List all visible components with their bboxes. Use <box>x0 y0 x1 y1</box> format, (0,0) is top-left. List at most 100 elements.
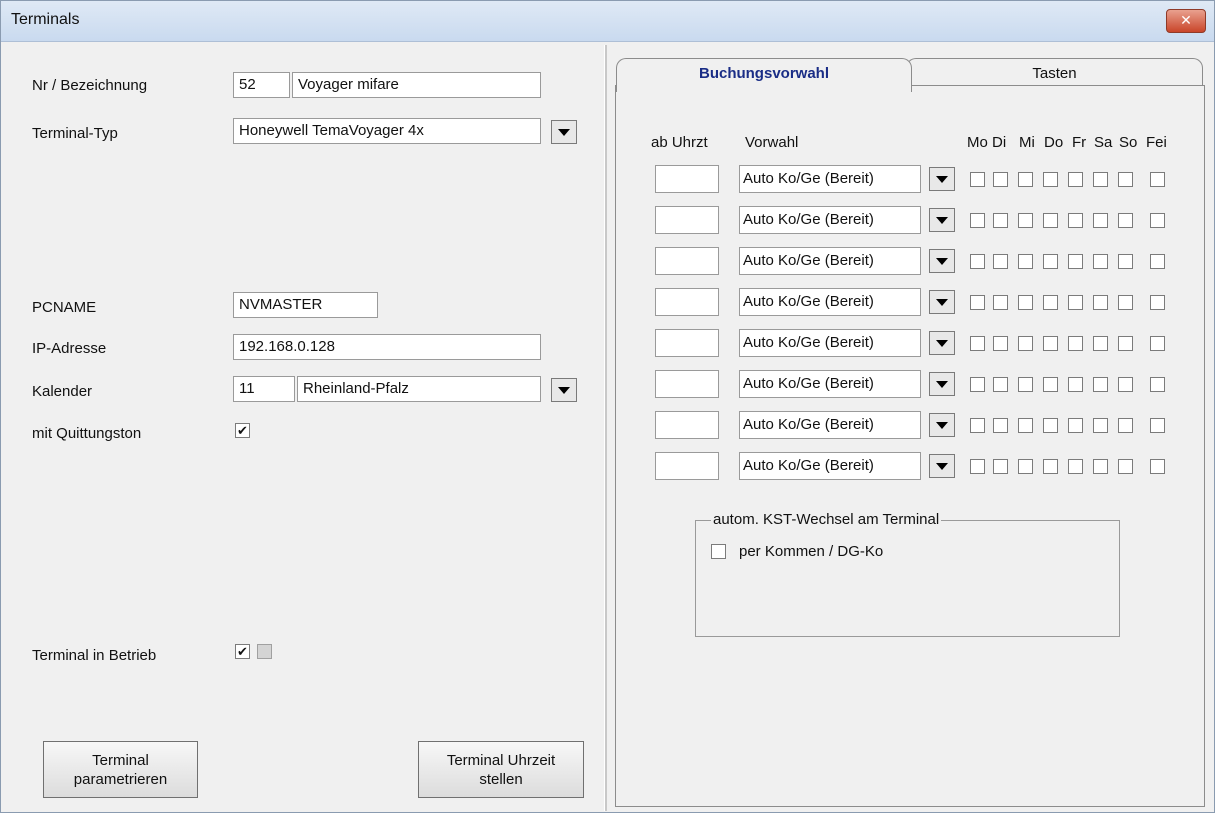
vorwahl-dropdown-icon[interactable] <box>929 413 955 437</box>
terminal-parametrieren-button[interactable]: Terminal parametrieren <box>43 741 198 798</box>
weekday-checkbox[interactable] <box>1018 172 1033 187</box>
quittungston-checkbox[interactable]: ✔ <box>235 423 250 438</box>
weekday-checkbox[interactable] <box>1018 295 1033 310</box>
vorwahl-select[interactable]: Auto Ko/Ge (Bereit) <box>739 411 921 439</box>
weekday-checkbox[interactable] <box>1018 336 1033 351</box>
weekday-checkbox[interactable] <box>1093 172 1108 187</box>
weekday-checkbox[interactable] <box>1118 377 1133 392</box>
ab-uhrzeit-input[interactable] <box>655 329 719 357</box>
weekday-checkbox[interactable] <box>1150 459 1165 474</box>
vorwahl-dropdown-icon[interactable] <box>929 454 955 478</box>
weekday-checkbox[interactable] <box>1118 213 1133 228</box>
weekday-checkbox[interactable] <box>1118 172 1133 187</box>
vorwahl-dropdown-icon[interactable] <box>929 290 955 314</box>
terminal-uhrzeit-stellen-button[interactable]: Terminal Uhrzeit stellen <box>418 741 584 798</box>
vorwahl-dropdown-icon[interactable] <box>929 208 955 232</box>
terminal-typ-select[interactable]: Honeywell TemaVoyager 4x <box>233 118 541 144</box>
weekday-checkbox[interactable] <box>1068 254 1083 269</box>
kst-per-kommen-checkbox[interactable] <box>711 544 726 559</box>
vorwahl-select[interactable]: Auto Ko/Ge (Bereit) <box>739 329 921 357</box>
vorwahl-dropdown-icon[interactable] <box>929 372 955 396</box>
weekday-checkbox[interactable] <box>993 172 1008 187</box>
weekday-checkbox[interactable] <box>993 459 1008 474</box>
weekday-checkbox[interactable] <box>970 295 985 310</box>
weekday-checkbox[interactable] <box>970 254 985 269</box>
weekday-checkbox[interactable] <box>1093 377 1108 392</box>
weekday-checkbox[interactable] <box>1018 459 1033 474</box>
nr-input[interactable]: 52 <box>233 72 290 98</box>
weekday-checkbox[interactable] <box>1150 336 1165 351</box>
terminal-typ-dropdown-icon[interactable] <box>551 120 577 144</box>
weekday-checkbox[interactable] <box>1043 418 1058 433</box>
ab-uhrzeit-input[interactable] <box>655 165 719 193</box>
weekday-checkbox[interactable] <box>970 213 985 228</box>
terminal-in-betrieb-checkbox[interactable]: ✔ <box>235 644 250 659</box>
weekday-checkbox[interactable] <box>1093 459 1108 474</box>
weekday-checkbox[interactable] <box>1068 213 1083 228</box>
weekday-checkbox[interactable] <box>1018 377 1033 392</box>
ab-uhrzeit-input[interactable] <box>655 411 719 439</box>
weekday-checkbox[interactable] <box>1093 336 1108 351</box>
vorwahl-select[interactable]: Auto Ko/Ge (Bereit) <box>739 165 921 193</box>
weekday-checkbox[interactable] <box>1043 213 1058 228</box>
weekday-checkbox[interactable] <box>1043 172 1058 187</box>
pcname-input[interactable]: NVMASTER <box>233 292 378 318</box>
weekday-checkbox[interactable] <box>1068 418 1083 433</box>
weekday-checkbox[interactable] <box>1150 295 1165 310</box>
vorwahl-select[interactable]: Auto Ko/Ge (Bereit) <box>739 370 921 398</box>
weekday-checkbox[interactable] <box>970 418 985 433</box>
weekday-checkbox[interactable] <box>1018 254 1033 269</box>
weekday-checkbox[interactable] <box>1043 336 1058 351</box>
vorwahl-dropdown-icon[interactable] <box>929 331 955 355</box>
weekday-checkbox[interactable] <box>1043 377 1058 392</box>
weekday-checkbox[interactable] <box>1043 459 1058 474</box>
weekday-checkbox[interactable] <box>1118 254 1133 269</box>
weekday-checkbox[interactable] <box>1018 418 1033 433</box>
vorwahl-dropdown-icon[interactable] <box>929 167 955 191</box>
ip-adresse-input[interactable]: 192.168.0.128 <box>233 334 541 360</box>
weekday-checkbox[interactable] <box>1018 213 1033 228</box>
ab-uhrzeit-input[interactable] <box>655 247 719 275</box>
weekday-checkbox[interactable] <box>993 418 1008 433</box>
vorwahl-select[interactable]: Auto Ko/Ge (Bereit) <box>739 288 921 316</box>
weekday-checkbox[interactable] <box>970 459 985 474</box>
vorwahl-select[interactable]: Auto Ko/Ge (Bereit) <box>739 206 921 234</box>
kalender-select[interactable]: Rheinland-Pfalz <box>297 376 541 402</box>
weekday-checkbox[interactable] <box>1118 336 1133 351</box>
ab-uhrzeit-input[interactable] <box>655 206 719 234</box>
weekday-checkbox[interactable] <box>970 172 985 187</box>
vorwahl-dropdown-icon[interactable] <box>929 249 955 273</box>
weekday-checkbox[interactable] <box>1043 295 1058 310</box>
weekday-checkbox[interactable] <box>1068 336 1083 351</box>
weekday-checkbox[interactable] <box>993 336 1008 351</box>
ab-uhrzeit-input[interactable] <box>655 370 719 398</box>
bezeichnung-input[interactable]: Voyager mifare <box>292 72 541 98</box>
vorwahl-select[interactable]: Auto Ko/Ge (Bereit) <box>739 452 921 480</box>
weekday-checkbox[interactable] <box>993 213 1008 228</box>
weekday-checkbox[interactable] <box>1093 418 1108 433</box>
weekday-checkbox[interactable] <box>1150 254 1165 269</box>
weekday-checkbox[interactable] <box>1093 213 1108 228</box>
tab-buchungsvorwahl[interactable]: Buchungsvorwahl <box>616 58 912 92</box>
weekday-checkbox[interactable] <box>1043 254 1058 269</box>
weekday-checkbox[interactable] <box>970 336 985 351</box>
weekday-checkbox[interactable] <box>1150 418 1165 433</box>
weekday-checkbox[interactable] <box>993 254 1008 269</box>
weekday-checkbox[interactable] <box>1068 295 1083 310</box>
weekday-checkbox[interactable] <box>1093 295 1108 310</box>
kalender-dropdown-icon[interactable] <box>551 378 577 402</box>
weekday-checkbox[interactable] <box>993 377 1008 392</box>
vorwahl-select[interactable]: Auto Ko/Ge (Bereit) <box>739 247 921 275</box>
weekday-checkbox[interactable] <box>993 295 1008 310</box>
weekday-checkbox[interactable] <box>1150 377 1165 392</box>
weekday-checkbox[interactable] <box>1068 459 1083 474</box>
weekday-checkbox[interactable] <box>1068 377 1083 392</box>
weekday-checkbox[interactable] <box>1150 213 1165 228</box>
kalender-nr-input[interactable]: 11 <box>233 376 295 402</box>
ab-uhrzeit-input[interactable] <box>655 288 719 316</box>
weekday-checkbox[interactable] <box>1118 418 1133 433</box>
weekday-checkbox[interactable] <box>1150 172 1165 187</box>
weekday-checkbox[interactable] <box>970 377 985 392</box>
weekday-checkbox[interactable] <box>1118 459 1133 474</box>
weekday-checkbox[interactable] <box>1093 254 1108 269</box>
